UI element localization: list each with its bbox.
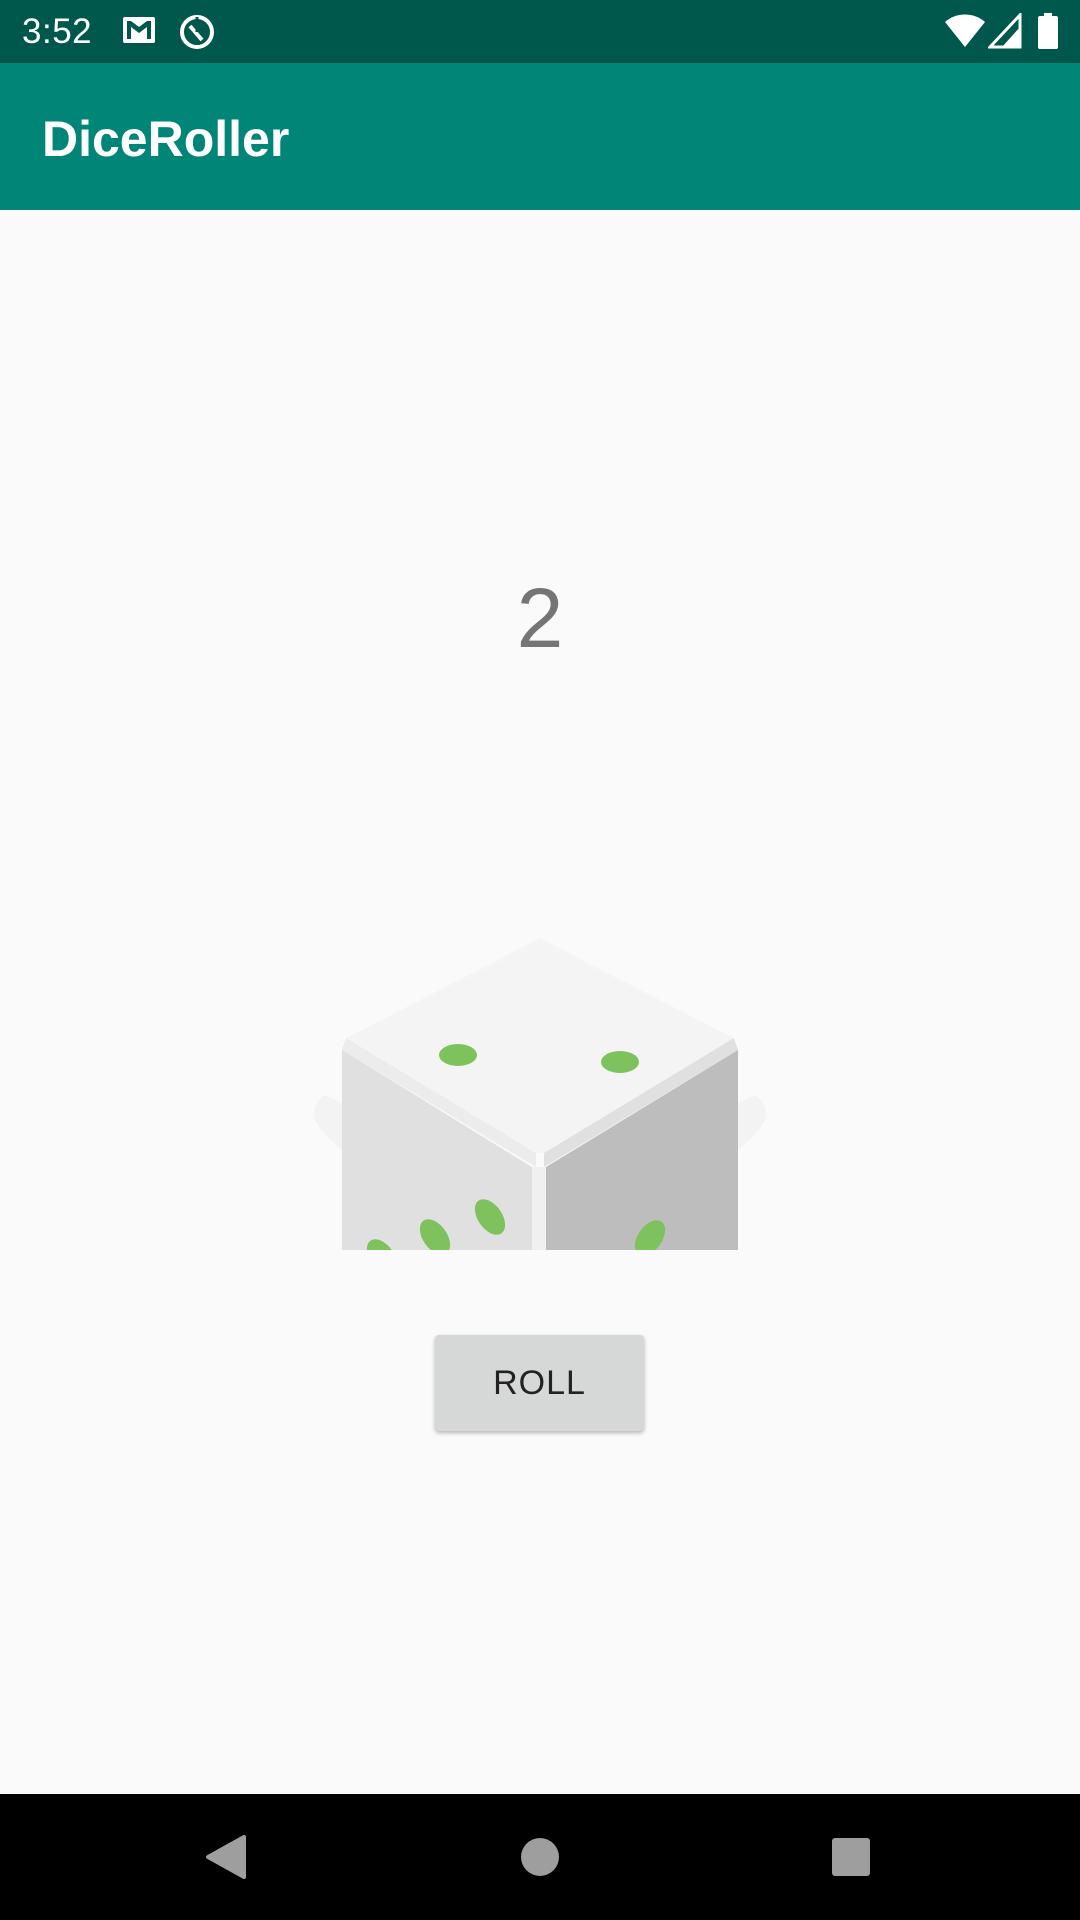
gmail-icon [123, 17, 155, 43]
dice-pip [439, 1044, 477, 1066]
back-icon [206, 1835, 246, 1879]
dice-image [314, 938, 766, 1250]
battery-icon [1038, 13, 1058, 49]
app-title: DiceRoller [42, 111, 290, 167]
status-time: 3:52 [22, 12, 93, 51]
recents-icon [832, 1838, 870, 1876]
home-icon [521, 1838, 559, 1876]
main-content: 2 ROLL [0, 210, 1080, 1794]
home-button[interactable] [465, 1794, 615, 1920]
app-bar: DiceRoller [0, 63, 1080, 210]
wifi-icon [945, 14, 985, 47]
back-button[interactable] [151, 1794, 301, 1920]
status-bar: 3:52 [0, 0, 1080, 63]
cellular-signal-icon [988, 13, 1022, 49]
roll-button[interactable]: ROLL [435, 1335, 644, 1431]
navigation-bar [0, 1794, 1080, 1920]
recents-button[interactable] [776, 1794, 926, 1920]
dice-pip [601, 1051, 639, 1073]
sync-icon [180, 15, 214, 49]
dice-result-text: 2 [516, 571, 564, 665]
